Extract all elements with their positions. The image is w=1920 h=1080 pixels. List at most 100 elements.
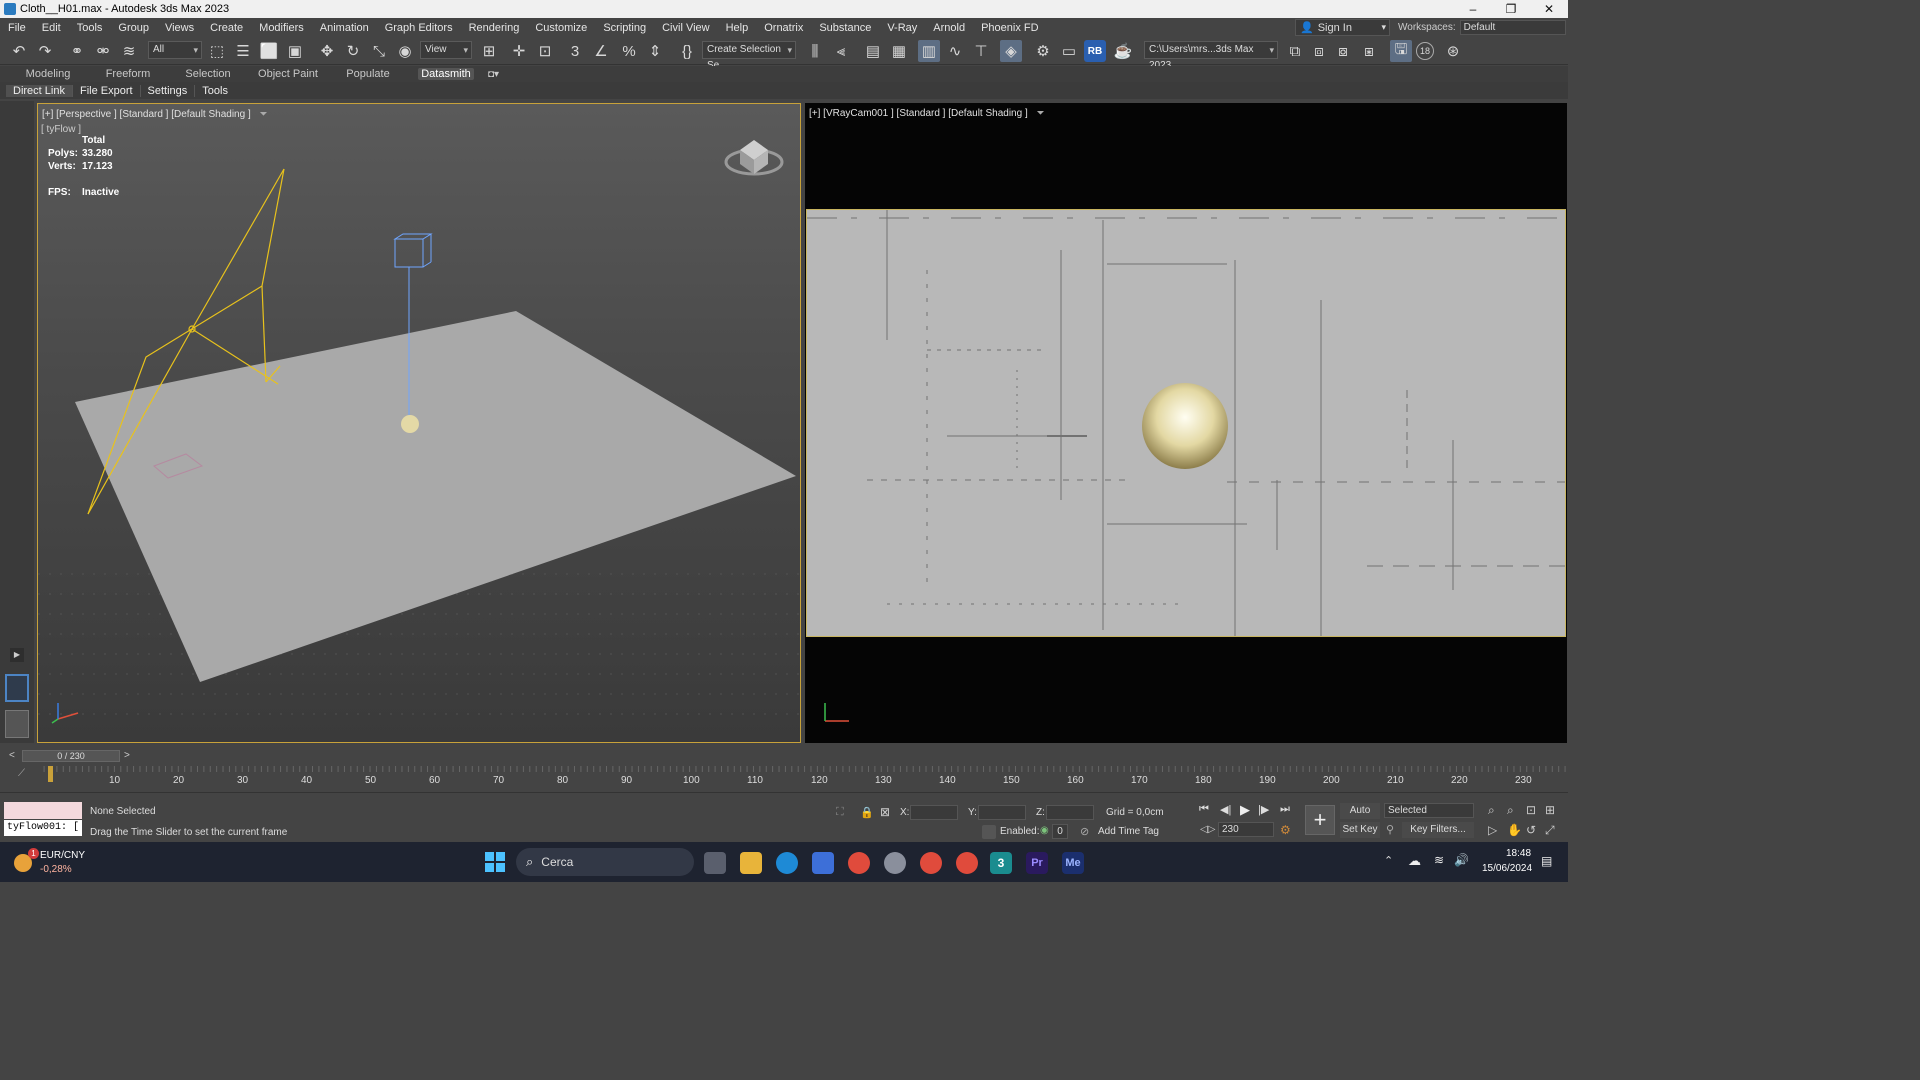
volume-icon[interactable]: 🔊 — [1454, 853, 1469, 867]
search-box[interactable]: ⌕ Cerca — [516, 848, 694, 876]
time-configuration-icon[interactable]: ⚙ — [1280, 823, 1291, 837]
previous-frame-icon[interactable]: ◀| — [1220, 803, 1231, 816]
key-filters-icon[interactable]: ⚲ — [1386, 823, 1394, 836]
place-icon[interactable]: ◉ — [394, 40, 416, 62]
rb-badge-icon[interactable]: RB — [1084, 40, 1106, 62]
go-to-start-icon[interactable]: ⏮ — [1199, 803, 1209, 816]
rect-selection-icon[interactable]: ⬜ — [258, 40, 280, 62]
move-icon[interactable]: ✥ — [316, 40, 338, 62]
tab-modeling[interactable]: Modeling — [8, 68, 88, 80]
vray-toolbar-icon-4[interactable]: ⧆ — [1358, 40, 1380, 62]
reference-coord-dropdown[interactable]: View — [420, 41, 472, 59]
isolate-selection-icon[interactable]: ⛶ — [836, 806, 844, 819]
app-icon-circle[interactable] — [884, 852, 906, 874]
material-editor-icon[interactable]: ◈ — [1000, 40, 1022, 62]
tab-populate[interactable]: Populate — [328, 68, 408, 80]
link-icon[interactable]: ⚭ — [66, 40, 88, 62]
menu-rendering[interactable]: Rendering — [461, 22, 528, 34]
align-icon[interactable]: ⫷ — [830, 40, 852, 62]
menu-substance[interactable]: Substance — [811, 22, 879, 34]
angle-snap-icon[interactable]: ∠ — [590, 40, 612, 62]
sign-in-dropdown[interactable]: 👤 Sign In ▾ — [1295, 19, 1390, 36]
mirror-icon[interactable]: ⫼ — [804, 40, 826, 62]
menu-customize[interactable]: Customize — [527, 22, 595, 34]
file-export-button[interactable]: File Export — [73, 84, 141, 97]
select-by-name-icon[interactable]: ☰ — [232, 40, 254, 62]
adaptive-degradation-icon[interactable] — [982, 825, 996, 839]
save-icon[interactable]: 🖫 — [1390, 40, 1412, 62]
menu-help[interactable]: Help — [718, 22, 757, 34]
task-view-icon[interactable] — [704, 852, 726, 874]
vray-toolbar-icon-3[interactable]: ⧇ — [1332, 40, 1354, 62]
maxscript-mini-listener[interactable]: tyFlow001: [ — [4, 820, 82, 836]
help-search-icon[interactable]: ⊛ — [1442, 40, 1464, 62]
chrome-icon[interactable] — [848, 852, 870, 874]
y-coordinate-field[interactable] — [978, 805, 1026, 820]
set-key-button[interactable]: Set Key — [1340, 822, 1380, 838]
x-coordinate-field[interactable] — [910, 805, 958, 820]
camera-viewport-label[interactable]: [+] [VRayCam001 ] [Standard ] [Default S… — [809, 108, 1045, 119]
chrome-profile-2-icon[interactable] — [956, 852, 978, 874]
current-frame-field[interactable]: 230 — [1218, 822, 1274, 837]
workspace-dropdown[interactable]: Default — [1459, 20, 1566, 35]
microsoft-store-icon[interactable] — [812, 852, 834, 874]
camera-viewport-label-text[interactable]: [+] [VRayCam001 ] [Standard ] [Default S… — [809, 108, 1028, 119]
zoom-all-icon[interactable]: ⌕ — [1507, 803, 1514, 818]
window-crossing-icon[interactable]: ▣ — [284, 40, 306, 62]
select-object-icon[interactable]: ⬚ — [206, 40, 228, 62]
menu-tools[interactable]: Tools — [69, 22, 111, 34]
counter-badge[interactable]: 18 — [1416, 42, 1434, 60]
time-slider-next-icon[interactable]: > — [124, 750, 130, 761]
time-slider-prev-icon[interactable]: < — [9, 750, 15, 761]
notification-center-icon[interactable]: ▤ — [1541, 854, 1552, 868]
pan-view-icon[interactable]: ✋ — [1507, 823, 1522, 837]
toggle-ribbon-icon[interactable]: ▦ — [888, 40, 910, 62]
menu-animation[interactable]: Animation — [312, 22, 377, 34]
undo-icon[interactable]: ↶ — [8, 40, 30, 62]
redo-icon[interactable]: ↷ — [34, 40, 56, 62]
menu-phoenix-fd[interactable]: Phoenix FD — [973, 22, 1046, 34]
menu-edit[interactable]: Edit — [34, 22, 69, 34]
maximize-icon[interactable]: ❐ — [1492, 0, 1530, 18]
go-to-end-icon[interactable]: ⏭ — [1280, 803, 1290, 816]
set-key-button-big[interactable]: + — [1305, 805, 1335, 835]
selection-lock-icon[interactable]: 🔒 — [860, 806, 874, 819]
scale-icon[interactable]: ⤡ — [368, 40, 390, 62]
onedrive-icon[interactable]: ☁ — [1408, 853, 1421, 869]
camera-viewport-filter-icon[interactable]: ⏷ — [1037, 108, 1045, 119]
render-setup-icon[interactable]: ⚙ — [1032, 40, 1054, 62]
clock-date[interactable]: 15/06/2024 — [1482, 863, 1532, 874]
camera-viewport[interactable]: [+] [VRayCam001 ] [Standard ] [Default S… — [805, 103, 1567, 743]
menu-arnold[interactable]: Arnold — [925, 22, 973, 34]
stock-widget[interactable]: 1 EUR/CNY -0,28% — [12, 848, 112, 878]
tab-datasmith[interactable]: Datasmith — [418, 68, 474, 80]
vray-toolbar-icon-1[interactable]: ⧉ — [1284, 40, 1306, 62]
schematic-view-icon[interactable]: ⊤ — [970, 40, 992, 62]
z-coordinate-field[interactable] — [1046, 805, 1094, 820]
tools-button[interactable]: Tools — [195, 85, 235, 97]
direct-link-button[interactable]: Direct Link — [6, 84, 73, 97]
layer-explorer-icon[interactable]: ▤ — [862, 40, 884, 62]
ribbon-options-icon[interactable]: ◘▾ — [488, 69, 499, 80]
perspective-viewport[interactable]: [+] [Perspective ] [Standard ] [Default … — [37, 103, 801, 743]
enabled-value[interactable]: 0 — [1052, 824, 1068, 839]
zoom-extents-icon[interactable]: ⊡ — [1526, 803, 1536, 817]
zoom-extents-all-icon[interactable]: ⊞ — [1545, 803, 1555, 817]
menu-file[interactable]: File — [0, 22, 34, 34]
orbit-icon[interactable]: ↺ — [1526, 823, 1536, 837]
premiere-pro-icon[interactable]: Pr — [1026, 852, 1048, 874]
3ds-max-icon[interactable]: 3 — [990, 852, 1012, 874]
layout-two-viewports-icon[interactable] — [5, 674, 29, 702]
rotate-icon[interactable]: ↻ — [342, 40, 364, 62]
tab-object-paint[interactable]: Object Paint — [248, 68, 328, 80]
absolute-mode-icon[interactable]: ⊠ — [880, 805, 890, 819]
selection-filter-dropdown[interactable]: All — [148, 41, 202, 59]
next-frame-icon[interactable]: |▶ — [1258, 803, 1269, 816]
named-selection-dropdown[interactable]: Create Selection Se — [702, 41, 796, 71]
edge-browser-icon[interactable] — [776, 852, 798, 874]
enabled-toggle-icon[interactable]: ◉ — [1040, 825, 1049, 836]
clock-time[interactable]: 18:48 — [1506, 848, 1531, 859]
menu-views[interactable]: Views — [157, 22, 202, 34]
vray-toolbar-icon-2[interactable]: ⧈ — [1308, 40, 1330, 62]
file-explorer-icon[interactable] — [740, 852, 762, 874]
